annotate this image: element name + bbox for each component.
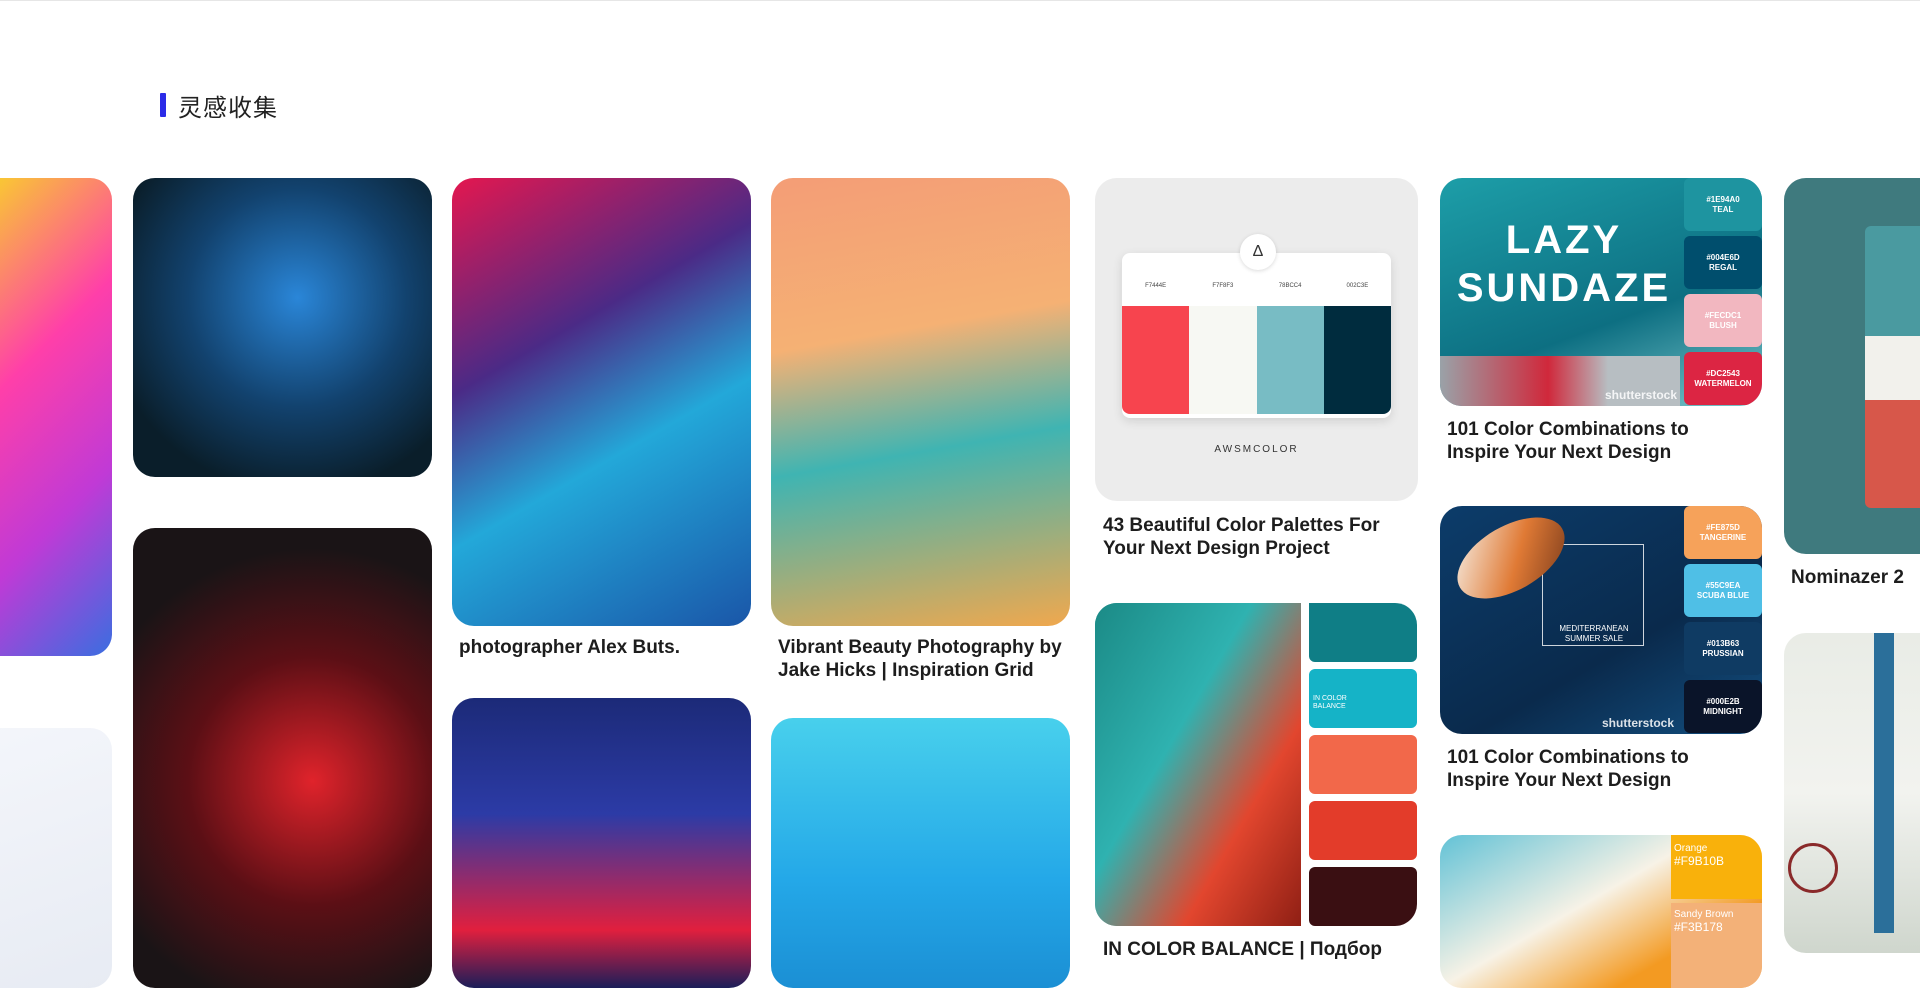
- swatch-hex: #1E94A0: [1706, 194, 1740, 204]
- boat-swatch: #000E2B MIDNIGHT: [1684, 680, 1762, 733]
- swatch-hex: #004E6D: [1706, 252, 1740, 262]
- top-divider: [0, 0, 1920, 1]
- pin-image-glasses[interactable]: [452, 698, 751, 988]
- title-accent-bar: [160, 93, 166, 117]
- pin-image-color-balance[interactable]: IN COLOR BALANCE: [1095, 603, 1418, 926]
- pin-caption-balance[interactable]: IN COLOR BALANCE | Подбор: [1103, 938, 1423, 961]
- palette-swatch: [1189, 306, 1257, 414]
- palette-code: 002C3E: [1346, 283, 1369, 289]
- swatch-name: MIDNIGHT: [1703, 706, 1743, 716]
- net-swatch: IN COLOR BALANCE: [1309, 669, 1417, 728]
- bicycle-wheel: [1788, 843, 1838, 893]
- orange-swatch-hex: #F9B10B: [1674, 854, 1725, 868]
- swatch-hex: #013B63: [1706, 638, 1740, 648]
- pin-caption-alex[interactable]: photographer Alex Buts.: [459, 636, 759, 659]
- lazy-swatch: #DC2543 WATERMELON: [1684, 352, 1762, 405]
- section-title-text: 灵感收集: [178, 94, 278, 122]
- net-swatch: [1309, 867, 1417, 926]
- net-swatch: [1309, 801, 1417, 860]
- palette-code: 78BCC4: [1278, 283, 1302, 289]
- palette-codes: F7444E F7F8F3 78BCC4 002C3E: [1122, 283, 1391, 289]
- swatch-hex: #DC2543: [1706, 368, 1740, 378]
- swatch-name: REGAL: [1709, 262, 1737, 272]
- pin-image-cyan-dancer[interactable]: [771, 718, 1070, 988]
- swatch-name: WATERMELON: [1694, 378, 1752, 388]
- swatch-hex: #55C9EA: [1705, 580, 1741, 590]
- door-frame: [1874, 633, 1894, 933]
- swatch-name: SCUBA BLUE: [1696, 590, 1750, 600]
- pin-image-lazy-sundaze[interactable]: LAZY SUNDAZE shutterstock #1E94A0 TEAL #0…: [1440, 178, 1762, 406]
- boat-sale-text: MEDITERRANEAN SUMMER SALE: [1559, 624, 1629, 643]
- lazy-swatch-column: #1E94A0 TEAL #004E6D REGAL #FECDC1 BLUSH #D…: [1684, 178, 1762, 406]
- pin-image-orange[interactable]: Orange #F9B10B Sandy Brown #F3B178: [1440, 835, 1762, 988]
- pin-image-dance-portrait[interactable]: [771, 178, 1070, 626]
- pin-caption-nominazer[interactable]: Nominazer 2: [1791, 566, 1920, 589]
- boat-swatch: #013B63 PRUSSIAN: [1684, 622, 1762, 675]
- nominazer-swatch: [1865, 400, 1920, 508]
- palette-swatches: [1122, 306, 1391, 414]
- net-photo: [1095, 603, 1301, 926]
- pin-image-red-portrait[interactable]: [133, 528, 432, 988]
- pin-image-blonde[interactable]: [0, 728, 112, 988]
- nominazer-swatch: [1865, 226, 1920, 336]
- swatch-hex: #000E2B: [1706, 696, 1740, 706]
- palette-brand: AWSMCOLOR: [1214, 444, 1299, 455]
- lazy-watermark: shutterstock: [1605, 388, 1678, 402]
- pin-image-pink-makeup[interactable]: [0, 178, 112, 656]
- section-title: 灵感收集: [160, 92, 278, 122]
- pin-image-palette[interactable]: F7444E F7F8F3 78BCC4 002C3E Δ AWSMCOLOR: [1095, 178, 1418, 501]
- pin-image-door[interactable]: [1784, 633, 1920, 953]
- pin-caption-boat[interactable]: 101 Color Combinations to Inspire Your N…: [1447, 746, 1747, 792]
- swatch-name: TANGERINE: [1699, 532, 1747, 542]
- sandy-swatch-hex: #F3B178: [1674, 920, 1723, 934]
- swatch-name: TEAL: [1712, 204, 1734, 214]
- palette-swatch: [1122, 306, 1190, 414]
- lazy-swatch: #FECDC1 BLUSH: [1684, 294, 1762, 347]
- lazy-swatch: #004E6D REGAL: [1684, 236, 1762, 289]
- boat-swatch: #55C9EA SCUBA BLUE: [1684, 564, 1762, 617]
- lazy-title: LAZY SUNDAZE: [1456, 218, 1672, 310]
- swatch-hex: #FE875D: [1706, 522, 1740, 532]
- pin-image-motion-portrait[interactable]: [452, 178, 751, 626]
- pin-image-boat[interactable]: MEDITERRANEAN SUMMER SALE shutterstock #…: [1440, 506, 1762, 734]
- palette-code: F7444E: [1145, 283, 1167, 289]
- swatch-name: BLUSH: [1709, 320, 1737, 330]
- swatch-name: PRUSSIAN: [1702, 648, 1744, 658]
- swatch-hex: #FECDC1: [1704, 310, 1742, 320]
- palette-code: F7F8F3: [1212, 283, 1234, 289]
- boat-swatch-column: #FE875D TANGERINE #55C9EA SCUBA BLUE #013B…: [1684, 506, 1762, 734]
- board-header: [0, 0, 1920, 160]
- pin-image-blue-portrait[interactable]: [133, 178, 432, 477]
- lazy-swatch: #1E94A0 TEAL: [1684, 178, 1762, 231]
- net-swatch: [1309, 735, 1417, 794]
- palette-panel: F7444E F7F8F3 78BCC4 002C3E: [1122, 253, 1391, 418]
- boat-swatch: #FE875D TANGERINE: [1684, 506, 1762, 559]
- boat-watermark: shutterstock: [1602, 716, 1675, 730]
- net-swatch-label: IN COLOR BALANCE: [1313, 695, 1347, 710]
- palette-swatch: [1323, 306, 1391, 414]
- pin-caption-palettes43[interactable]: 43 Beautiful Color Palettes For Your Nex…: [1103, 514, 1413, 560]
- net-swatch: [1309, 603, 1417, 662]
- pin-image-nominazer[interactable]: [1784, 178, 1920, 554]
- pin-caption-vibrant[interactable]: Vibrant Beauty Photography by Jake Hicks…: [778, 636, 1068, 682]
- delta-logo-icon: Δ: [1240, 234, 1276, 270]
- nominazer-swatch: [1865, 336, 1920, 400]
- pin-caption-lazy[interactable]: 101 Color Combinations to Inspire Your N…: [1447, 418, 1747, 464]
- palette-swatch: [1256, 306, 1324, 414]
